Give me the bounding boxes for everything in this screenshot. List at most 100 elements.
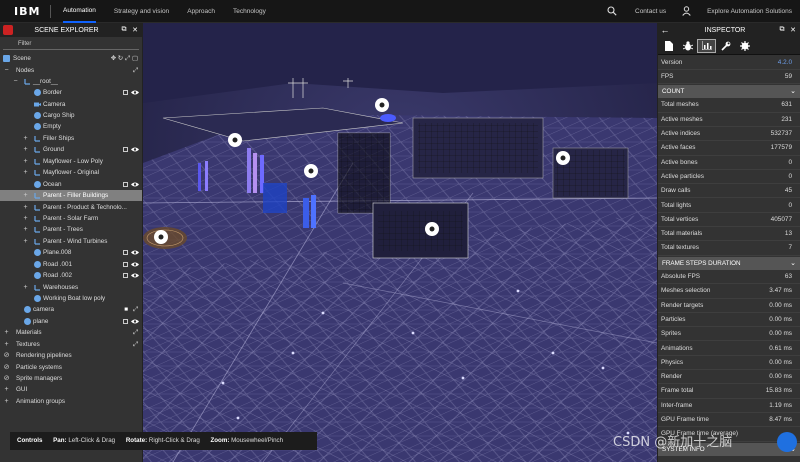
visibility-eye-icon[interactable] xyxy=(131,89,139,96)
chevron-down-icon[interactable]: ⌄ xyxy=(790,85,796,98)
move-gizmo-icon[interactable]: ✥ xyxy=(111,53,116,64)
user-icon[interactable] xyxy=(682,5,691,18)
expand-icon[interactable]: ⤢ xyxy=(133,339,138,350)
tree-row-node[interactable]: + Parent - Solar Farm xyxy=(0,213,142,224)
popout-icon[interactable]: ⧉ xyxy=(120,26,128,34)
nav-link-approach[interactable]: Approach xyxy=(187,1,215,22)
expand-icon[interactable]: + xyxy=(22,133,29,144)
tree-section-row[interactable]: ⊘ Sprite managers xyxy=(0,373,142,384)
close-icon[interactable]: ✕ xyxy=(131,26,139,34)
expand-icon[interactable]: + xyxy=(22,190,29,201)
visibility-eye-icon[interactable] xyxy=(131,181,139,188)
3d-viewport-canvas[interactable] xyxy=(143,23,657,462)
expand-icon[interactable]: + xyxy=(3,327,10,338)
close-icon[interactable]: ✕ xyxy=(789,26,797,34)
visibility-eye-icon[interactable] xyxy=(131,146,139,153)
tree-row-node[interactable]: Road .002 xyxy=(0,270,142,281)
bounding-box-toggle-icon[interactable] xyxy=(123,147,128,153)
tree-row-node[interactable]: + Ground xyxy=(0,144,142,155)
tab-settings-gear-icon[interactable] xyxy=(735,39,754,53)
stat-section-header[interactable]: FRAME STEPS DURATION ⌄ xyxy=(658,256,800,270)
filter-input[interactable]: Filter xyxy=(3,39,139,50)
tree-row-node[interactable]: Empty xyxy=(0,121,142,132)
tree-row-node[interactable]: + Parent - Trees xyxy=(0,224,142,235)
expand-icon[interactable]: + xyxy=(22,156,29,167)
nav-link-technology[interactable]: Technology xyxy=(233,1,266,22)
tree-row-node[interactable]: Plane.008 xyxy=(0,247,142,258)
expand-icon[interactable]: + xyxy=(22,167,29,178)
tree-section-row[interactable]: + Textures ⤢ xyxy=(0,339,142,350)
visibility-eye-icon[interactable] xyxy=(131,249,139,256)
scene-marker[interactable] xyxy=(154,230,168,244)
tree-row-node[interactable]: + Mayflower - Low Poly xyxy=(0,156,142,167)
back-arrow-icon[interactable]: ← xyxy=(658,25,672,35)
expand-icon[interactable]: ⊘ xyxy=(3,362,10,373)
expand-icon[interactable]: ⊘ xyxy=(3,350,10,361)
tree-section-row[interactable]: + GUI xyxy=(0,384,142,395)
expand-icon[interactable]: + xyxy=(22,224,29,235)
tree-row-root[interactable]: − __root__ xyxy=(0,76,142,87)
tree-row-node[interactable]: + Filler Ships xyxy=(0,133,142,144)
expand-icon[interactable]: + xyxy=(3,396,10,407)
bounding-box-toggle-icon[interactable] xyxy=(123,273,128,279)
scene-render[interactable] xyxy=(143,23,657,462)
bounding-box-toggle-icon[interactable] xyxy=(123,318,128,324)
visibility-eye-icon[interactable] xyxy=(131,272,139,279)
tree-section-row[interactable]: + Materials ⤢ xyxy=(0,327,142,338)
rotate-gizmo-icon[interactable]: ↻ xyxy=(118,53,123,64)
expand-icon[interactable]: ⤢ xyxy=(133,65,138,76)
tree-row-node[interactable]: Camera xyxy=(0,99,142,110)
ibm-logo[interactable]: IBM xyxy=(0,5,46,18)
scene-marker[interactable] xyxy=(228,133,242,147)
tree-row-node[interactable]: + Parent - Wind Turbines xyxy=(0,236,142,247)
bounding-box-toggle-icon[interactable] xyxy=(123,261,128,267)
nav-link-automation[interactable]: Automation xyxy=(63,0,96,23)
collapse-icon[interactable]: − xyxy=(12,76,19,87)
tree-row-node[interactable]: Working Boat low poly xyxy=(0,293,142,304)
search-icon[interactable] xyxy=(607,5,617,18)
expand-icon[interactable]: ⊘ xyxy=(3,373,10,384)
bounding-box-icon[interactable]: ▢ xyxy=(132,53,138,64)
nav-link-strategy[interactable]: Strategy and vision xyxy=(114,1,169,22)
tree-row-node[interactable]: + Parent - Filler Buildings xyxy=(0,190,142,202)
expand-icon[interactable]: + xyxy=(22,282,29,293)
chevron-down-icon[interactable]: ⌄ xyxy=(790,257,796,270)
visibility-eye-icon[interactable] xyxy=(131,261,139,268)
help-fab-button[interactable] xyxy=(777,432,797,452)
scale-gizmo-icon[interactable]: ⤢ xyxy=(125,53,130,64)
tree-section-row[interactable]: + Animation groups xyxy=(0,396,142,407)
tab-statistics-chart-icon[interactable] xyxy=(697,38,716,53)
tree-row-node[interactable]: + Warehouses xyxy=(0,282,142,293)
bounding-box-toggle-icon[interactable] xyxy=(123,181,128,187)
tab-debug-bug-icon[interactable] xyxy=(678,39,697,53)
explore-solutions-link[interactable]: Explore Automation Solutions xyxy=(707,8,792,15)
tab-properties-file-icon[interactable] xyxy=(659,39,678,53)
expand-icon[interactable]: ⤢ xyxy=(133,304,138,315)
tree-section-row[interactable]: ⊘ Particle systems xyxy=(0,362,142,373)
visibility-eye-icon[interactable] xyxy=(131,318,139,325)
expand-icon[interactable]: + xyxy=(22,236,29,247)
scene-marker[interactable] xyxy=(556,151,570,165)
tree-row-node[interactable]: + Mayflower - Original xyxy=(0,167,142,178)
tree-row-node[interactable]: Cargo Ship xyxy=(0,110,142,121)
bounding-box-toggle-icon[interactable] xyxy=(123,90,128,96)
scene-marker[interactable] xyxy=(304,164,318,178)
scene-marker[interactable] xyxy=(425,222,439,236)
bounding-box-toggle-icon[interactable] xyxy=(123,250,128,256)
popout-icon[interactable]: ⧉ xyxy=(778,26,786,34)
expand-icon[interactable]: + xyxy=(22,202,29,213)
tree-row-camera[interactable]: camera ■ ⤢ xyxy=(0,304,142,315)
collapse-icon[interactable]: − xyxy=(3,65,10,76)
expand-icon[interactable]: + xyxy=(22,213,29,224)
tree-row-nodes[interactable]: − Nodes ⤢ xyxy=(0,65,142,76)
contact-us-link[interactable]: Contact us xyxy=(635,8,666,15)
tab-tools-wrench-icon[interactable] xyxy=(716,39,735,53)
video-camera-icon[interactable]: ■ xyxy=(124,304,128,315)
expand-icon[interactable]: + xyxy=(22,144,29,155)
expand-icon[interactable]: ⤢ xyxy=(133,327,138,338)
expand-icon[interactable]: + xyxy=(3,339,10,350)
tree-row-plane[interactable]: plane xyxy=(0,316,142,327)
scene-marker[interactable] xyxy=(375,98,389,112)
tree-row-node[interactable]: Ocean xyxy=(0,179,142,190)
tree-section-row[interactable]: ⊘ Rendering pipelines xyxy=(0,350,142,361)
